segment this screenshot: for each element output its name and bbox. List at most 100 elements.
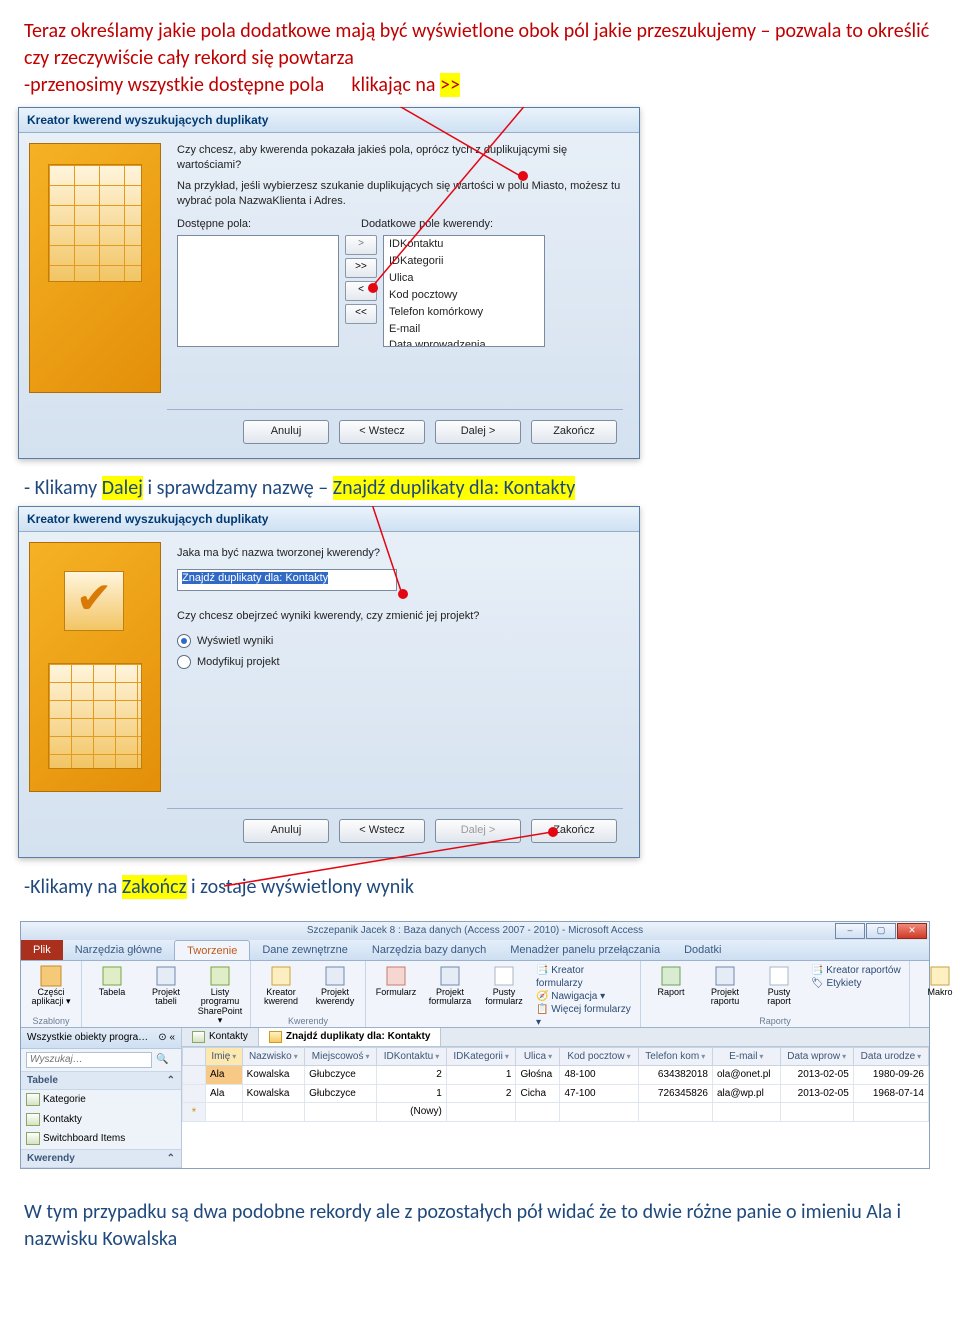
option-view-results[interactable]: Wyświetl wyniki xyxy=(177,634,623,649)
list-item[interactable]: IDKontaktu xyxy=(384,236,544,253)
move-right-button[interactable]: > xyxy=(345,235,377,255)
btn-app-parts[interactable]: Części aplikacji ▾ xyxy=(29,964,73,1007)
selected-fields-listbox[interactable]: IDKontaktu IDKategorii Ulica Kod pocztow… xyxy=(383,235,545,347)
list-item[interactable]: E-mail xyxy=(384,321,544,338)
cancel-button[interactable]: Anuluj xyxy=(243,819,329,843)
search-input[interactable] xyxy=(26,1052,152,1068)
btn-table-design[interactable]: Projekt tabeli xyxy=(144,964,188,1026)
list-item[interactable]: Kod pocztowy xyxy=(384,287,544,304)
btn-blank-form[interactable]: Pusty formularz xyxy=(482,964,526,1029)
radio-icon xyxy=(177,655,191,669)
intro-paragraph: Teraz określamy jakie pola dodatkowe maj… xyxy=(24,18,936,99)
report-extras[interactable]: 📑 Kreator raportów 🏷 Etykiety xyxy=(811,964,901,1007)
list-item[interactable]: Telefon komórkowy xyxy=(384,304,544,321)
access-titlebar: Szczepanik Jacek 8 : Baza danych (Access… xyxy=(21,922,929,940)
finish-button[interactable]: Zakończ xyxy=(531,819,617,843)
nav-search[interactable]: 🔍 xyxy=(26,1052,176,1068)
radio-icon xyxy=(177,634,191,648)
tab-dbtools[interactable]: Narzędzia bazy danych xyxy=(360,940,498,960)
nav-cat-tables[interactable]: Tabele⌃ xyxy=(21,1071,181,1091)
query-name-value: Znajdź duplikaty dla: Kontakty xyxy=(182,572,328,584)
doc-tab-kontakty[interactable]: Kontakty xyxy=(182,1028,259,1046)
tab-external[interactable]: Dane zewnętrzne xyxy=(250,940,360,960)
btn-table[interactable]: Tabela xyxy=(90,964,134,1026)
query-icon xyxy=(269,1031,282,1043)
chevron-icon: ⌃ xyxy=(167,1152,175,1166)
minimize-icon[interactable]: – xyxy=(835,923,865,939)
ribbon-tabs: Plik Narzędzia główne Tworzenie Dane zew… xyxy=(21,940,929,961)
wizard-dialog-1: Kreator kwerend wyszukujących duplikaty … xyxy=(18,107,640,459)
btn-report[interactable]: Raport xyxy=(649,964,693,1007)
btn-form-design[interactable]: Projekt formularza xyxy=(428,964,472,1029)
cancel-button[interactable]: Anuluj xyxy=(243,420,329,444)
wizard-illustration xyxy=(29,143,161,393)
next-button: Dalej > xyxy=(435,819,521,843)
maximize-icon[interactable]: ▢ xyxy=(866,923,896,939)
footer-paragraph: W tym przypadku są dwa podobne rekordy a… xyxy=(24,1199,936,1253)
nav-item[interactable]: Switchboard Items xyxy=(21,1129,181,1149)
annotation-dot xyxy=(518,171,528,181)
back-button[interactable]: < Wstecz xyxy=(339,819,425,843)
access-window: Szczepanik Jacek 8 : Baza danych (Access… xyxy=(20,921,930,1169)
table-row-new[interactable]: (Nowy) xyxy=(183,1103,929,1122)
btn-report-design[interactable]: Projekt raportu xyxy=(703,964,747,1007)
nav-pane-header[interactable]: Wszystkie obiekty progra…⊙ « xyxy=(21,1028,181,1049)
collapse-icon[interactable]: ⊙ « xyxy=(158,1031,175,1045)
wizard-illustration xyxy=(29,542,161,792)
caption-step-finish: -Klikamy na Zakończ i zostaje wyświetlon… xyxy=(24,874,936,901)
table-row[interactable]: Ala KowalskaGłubczyce 12 Cicha47-100 726… xyxy=(183,1084,929,1103)
btn-query-wizard[interactable]: Kreator kwerend xyxy=(259,964,303,1007)
annotation-dot xyxy=(398,589,408,599)
list-item[interactable]: IDKategorii xyxy=(384,253,544,270)
nav-item[interactable]: Kategorie xyxy=(21,1090,181,1110)
intro-line1: Teraz określamy jakie pola dodatkowe maj… xyxy=(24,19,929,70)
tab-create[interactable]: Tworzenie xyxy=(174,940,250,960)
navigation-pane: Wszystkie obiekty progra…⊙ « 🔍 Tabele⌃ K… xyxy=(21,1028,182,1168)
dialog1-question1: Czy chcesz, aby kwerenda pokazała jakieś… xyxy=(177,143,623,173)
btn-form[interactable]: Formularz xyxy=(374,964,418,1029)
table-icon xyxy=(192,1031,205,1043)
tab-home[interactable]: Narzędzia główne xyxy=(63,940,174,960)
datasheet[interactable]: Imię▾ Nazwisko▾ Miejscowoś▾ IDKontaktu▾ … xyxy=(182,1047,929,1122)
search-icon[interactable]: 🔍 xyxy=(156,1053,168,1067)
intro-line2b: klikając na xyxy=(351,73,435,97)
intro-line2a: -przenosimy wszystkie dostępne pola xyxy=(24,73,324,97)
dialog1-title: Kreator kwerend wyszukujących duplikaty xyxy=(19,108,639,133)
wizard-dialog-2: Kreator kwerend wyszukujących duplikaty … xyxy=(18,506,640,858)
doc-tab-duplicates[interactable]: Znajdź duplikaty dla: Kontakty xyxy=(259,1028,441,1046)
dialog2-title: Kreator kwerend wyszukujących duplikaty xyxy=(19,507,639,532)
next-button[interactable]: Dalej > xyxy=(435,420,521,444)
available-fields-label: Dostępne pola: xyxy=(177,217,251,232)
dialog2-question2: Czy chcesz obejrzeć wyniki kwerendy, czy… xyxy=(177,609,623,624)
tab-switchboard[interactable]: Menadżer panelu przełączania xyxy=(498,940,672,960)
table-row[interactable]: Ala KowalskaGłubczyce 21 Głośna48-100 63… xyxy=(183,1066,929,1085)
list-item[interactable]: Data wprowadzenia xyxy=(384,337,544,347)
tab-addins[interactable]: Dodatki xyxy=(672,940,733,960)
btn-sharepoint-lists[interactable]: Listy programu SharePoint ▾ xyxy=(198,964,242,1026)
chevron-icon: ⌃ xyxy=(167,1074,175,1088)
form-extras[interactable]: 📑 Kreator formularzy 🧭 Nawigacja ▾ 📋 Wię… xyxy=(536,964,632,1029)
additional-fields-label: Dodatkowe pole kwerendy: xyxy=(361,217,493,232)
close-icon[interactable]: ✕ xyxy=(897,923,927,939)
dialog1-question2: Na przykład, jeśli wybierzesz szukanie d… xyxy=(177,179,623,209)
query-name-input[interactable]: Znajdź duplikaty dla: Kontakty xyxy=(177,569,397,591)
move-all-right-button[interactable]: >> xyxy=(345,258,377,278)
caption-step-next: - Klikamy Dalej i sprawdzamy nazwę – Zna… xyxy=(24,475,936,502)
available-fields-listbox[interactable] xyxy=(177,235,339,347)
btn-query-design[interactable]: Projekt kwerendy xyxy=(313,964,357,1007)
option-modify-design[interactable]: Modyfikuj projekt xyxy=(177,655,623,670)
list-item[interactable]: Ulica xyxy=(384,270,544,287)
annotation-dot xyxy=(368,283,378,293)
btn-macro[interactable]: Makro xyxy=(918,964,960,1003)
btn-blank-report[interactable]: Pusty raport xyxy=(757,964,801,1007)
annotation-dot xyxy=(548,827,558,837)
intro-highlight: >> xyxy=(440,73,460,97)
back-button[interactable]: < Wstecz xyxy=(339,420,425,444)
nav-cat-queries[interactable]: Kwerendy⌃ xyxy=(21,1149,181,1169)
dialog2-question1: Jaka ma być nazwa tworzonej kwerendy? xyxy=(177,546,623,561)
header-row: Imię▾ Nazwisko▾ Miejscowoś▾ IDKontaktu▾ … xyxy=(183,1047,929,1066)
nav-item[interactable]: Kontakty xyxy=(21,1110,181,1130)
finish-button[interactable]: Zakończ xyxy=(531,420,617,444)
move-all-left-button[interactable]: << xyxy=(345,304,377,324)
tab-file[interactable]: Plik xyxy=(21,940,63,960)
